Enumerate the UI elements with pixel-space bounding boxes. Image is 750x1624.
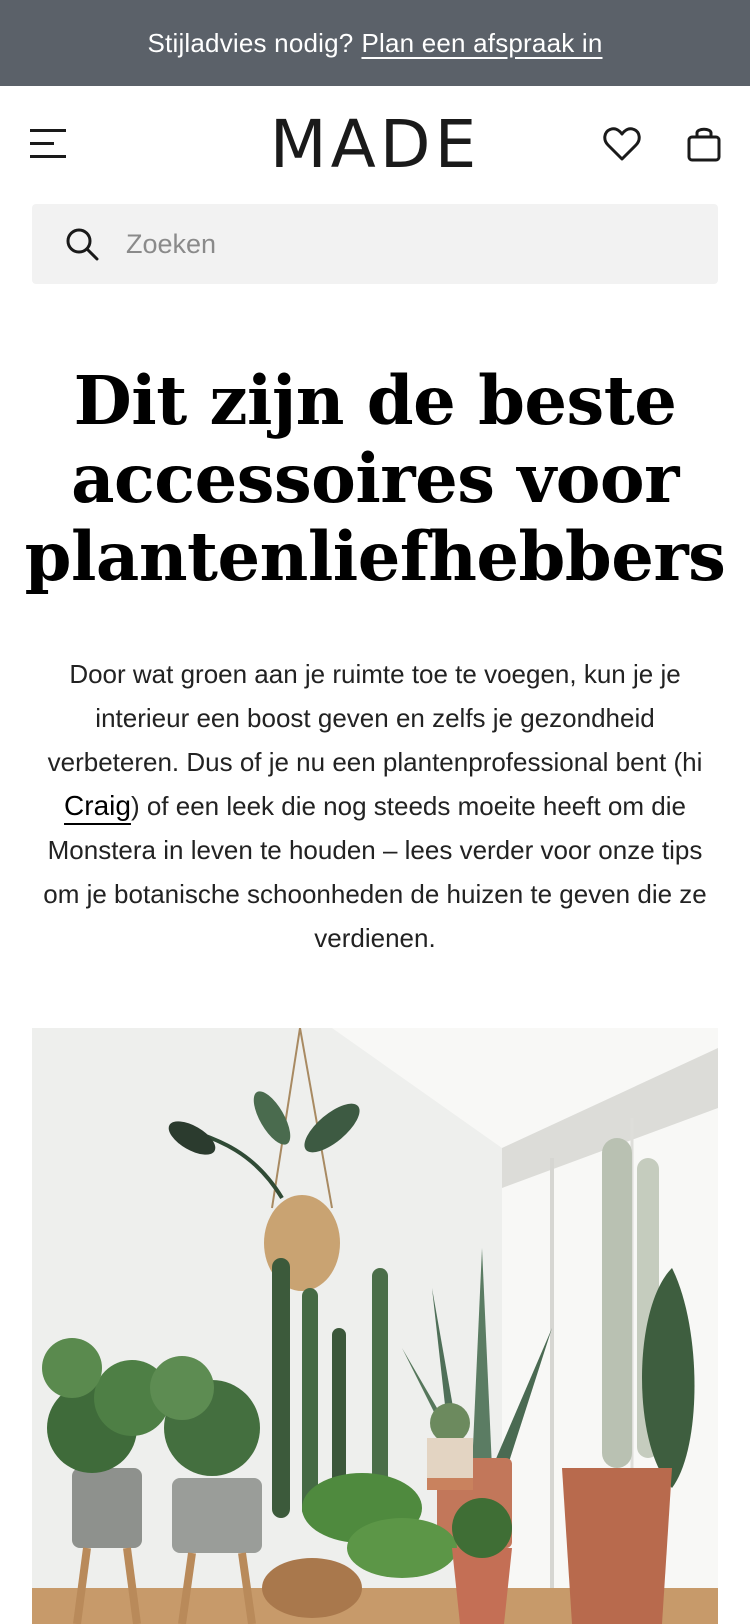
intro-text-before: Door wat groen aan je ruimte toe te voeg… [47, 659, 703, 777]
promo-text: Stijladvies nodig? [147, 27, 354, 58]
heart-icon[interactable] [602, 124, 642, 164]
search-bar[interactable] [32, 204, 718, 284]
promo-bar: Stijladvies nodig? Plan een afspraak in [0, 0, 750, 86]
title-line-2: accessoires voor [71, 439, 679, 518]
book-appointment-link[interactable]: Plan een afspraak in [361, 28, 602, 59]
title-line-1: Dit zijn de beste [73, 361, 677, 440]
intro-text-after: ) of een leek die nog steeds moeite heef… [43, 791, 707, 953]
shopping-bag-icon[interactable] [684, 124, 724, 164]
article-intro: Door wat groen aan je ruimte toe te voeg… [26, 652, 724, 960]
hero-image-plants [32, 1028, 718, 1624]
header: MADE [0, 86, 750, 204]
craig-link[interactable]: Craig [64, 790, 131, 821]
title-line-3: plantenliefhebbers [24, 517, 726, 596]
search-icon [66, 228, 99, 261]
search-input[interactable] [126, 228, 646, 260]
article-title: Dit zijn de beste accessoires voor plant… [20, 362, 730, 596]
